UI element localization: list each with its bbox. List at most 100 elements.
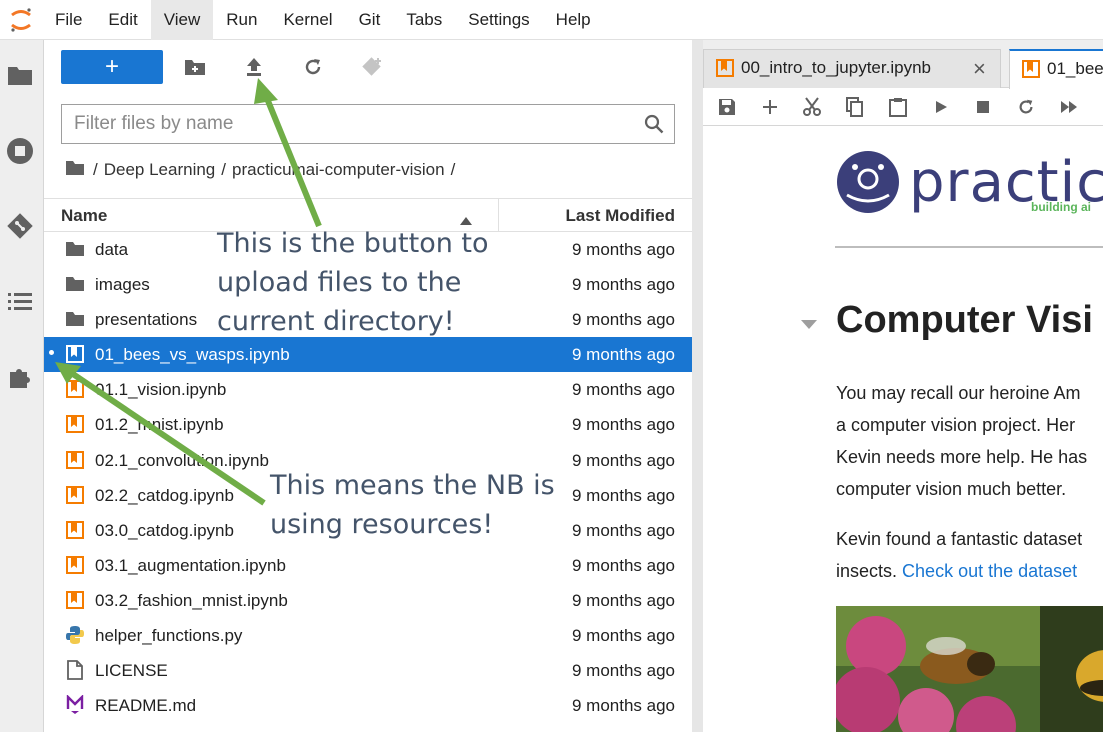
notebook-icon [65,344,85,364]
fast-forward-icon[interactable] [1057,95,1081,119]
menu-bar: File Edit View Run Kernel Git Tabs Setti… [0,0,1103,40]
file-modified: 9 months ago [571,275,675,295]
file-modified: 9 months ago [571,485,675,505]
toc-icon[interactable] [5,286,35,316]
filter-files-field[interactable] [61,104,675,144]
collapse-heading-icon[interactable] [801,317,817,335]
file-name: LICENSE [95,661,168,681]
left-activity-bar [0,40,44,732]
notebook-toolbar [703,88,1103,126]
horizontal-rule [835,246,1103,248]
menu-view[interactable]: View [150,0,214,40]
refresh-icon[interactable] [300,54,326,80]
restart-icon[interactable] [1014,95,1038,119]
file-row[interactable]: 01.1_vision.ipynb 9 months ago [44,372,692,407]
file-modified: 9 months ago [571,240,675,259]
file-modified: 9 months ago [571,520,675,540]
menu-settings[interactable]: Settings [455,0,542,40]
breadcrumb-current-folder[interactable]: practicumai-computer-vision [232,160,445,180]
breadcrumb-deep-learning[interactable]: Deep Learning [104,160,216,180]
insert-cell-icon[interactable] [758,95,782,119]
search-icon [644,114,664,139]
notebook-icon [1022,60,1040,83]
breadcrumb: / Deep Learning / practicumai-computer-v… [65,158,461,182]
new-folder-icon[interactable] [182,54,208,80]
file-modified: 9 months ago [571,555,675,575]
dataset-link[interactable]: Check out the dataset [902,561,1077,581]
file-row[interactable]: LICENSE 9 months ago [44,653,692,688]
filter-files-input[interactable] [62,105,622,143]
file-icon [65,660,85,681]
file-name: helper_functions.py [95,626,243,646]
menu-edit[interactable]: Edit [95,0,150,40]
menu-help[interactable]: Help [543,0,604,40]
menu-tabs[interactable]: Tabs [393,0,455,40]
paragraph-text: insects. [836,561,898,581]
close-icon[interactable]: × [973,56,986,82]
cut-icon[interactable] [800,95,824,119]
tab-label: 00_intro_to_jupyter.ipynb [741,58,931,77]
running-annotation-line: This means the NB is [270,470,555,501]
file-name: 03.0_catdog.ipynb [95,520,234,540]
insect-photo [836,606,1103,732]
python-icon [65,625,85,645]
file-browser-toolbar: + [44,40,692,96]
file-name: 01_bees_vs_wasps.ipynb [95,345,290,365]
file-row[interactable]: 01.2_mnist.ipynb 9 months ago [44,407,692,442]
file-row[interactable]: README.md 9 months ago [44,688,692,723]
file-row[interactable]: 01_bees_vs_wasps.ipynb 9 months ago [44,337,692,373]
breadcrumb-separator: / [450,160,456,179]
notebook-icon [65,414,85,434]
file-modified: 9 months ago [571,626,675,646]
file-name: presentations [95,310,198,330]
file-name: 01.1_vision.ipynb [95,380,227,400]
extension-icon[interactable] [5,362,35,392]
save-icon[interactable] [715,95,739,119]
menu-run[interactable]: Run [213,0,270,40]
file-modified: 9 months ago [571,661,675,681]
last-modified-column-header[interactable]: Last Modified [565,206,675,226]
upload-annotation-line: upload files to the [217,267,462,298]
practicumai-logo-icon [837,151,899,213]
paragraph-line: a computer vision project. Her [836,415,1076,435]
file-row[interactable]: 03.1_augmentation.ipynb 9 months ago [44,548,692,583]
file-modified: 9 months ago [571,450,675,470]
name-column-header[interactable]: Name [61,206,107,226]
brand-tagline: building ai [1031,200,1091,214]
home-folder-icon[interactable] [65,160,85,181]
new-launcher-button[interactable]: + [61,50,163,84]
folder-icon [65,239,85,259]
menu-kernel[interactable]: Kernel [270,0,345,40]
column-divider[interactable] [498,199,499,231]
tab-bees-notebook[interactable]: 01_bee [1009,49,1103,89]
file-row[interactable]: helper_functions.py 9 months ago [44,618,692,653]
panel-splitter[interactable] [692,40,703,732]
paste-icon[interactable] [886,95,910,119]
upload-icon[interactable] [241,54,267,80]
running-icon[interactable] [5,136,35,166]
paragraph-line: insects. Check out the dataset [836,555,1077,587]
running-indicator-dot [49,350,54,356]
notebook-heading: Computer Visi [836,299,1093,341]
git-icon[interactable] [5,211,35,241]
folder-icon[interactable] [5,60,35,90]
git-clone-icon [359,54,385,80]
menu-file[interactable]: File [42,0,95,40]
folder-icon [65,309,85,329]
stop-icon[interactable] [971,95,995,119]
file-name: 02.1_convolution.ipynb [95,450,269,470]
menu-git[interactable]: Git [346,0,394,40]
breadcrumb-separator: / [93,160,98,179]
tab-intro-notebook[interactable]: 00_intro_to_jupyter.ipynb × [703,49,1001,88]
file-modified: 9 months ago [571,415,675,435]
file-row[interactable]: 03.2_fashion_mnist.ipynb 9 months ago [44,583,692,618]
copy-icon[interactable] [843,95,867,119]
upload-annotation-line: This is the button to [217,228,489,259]
file-name: 03.2_fashion_mnist.ipynb [95,590,288,610]
file-name: README.md [95,696,197,716]
file-modified: 9 months ago [571,310,675,330]
run-icon[interactable] [929,95,953,119]
notebook-icon [65,450,85,470]
file-name: 01.2_mnist.ipynb [95,415,224,435]
upload-annotation-line: current directory! [217,306,455,337]
